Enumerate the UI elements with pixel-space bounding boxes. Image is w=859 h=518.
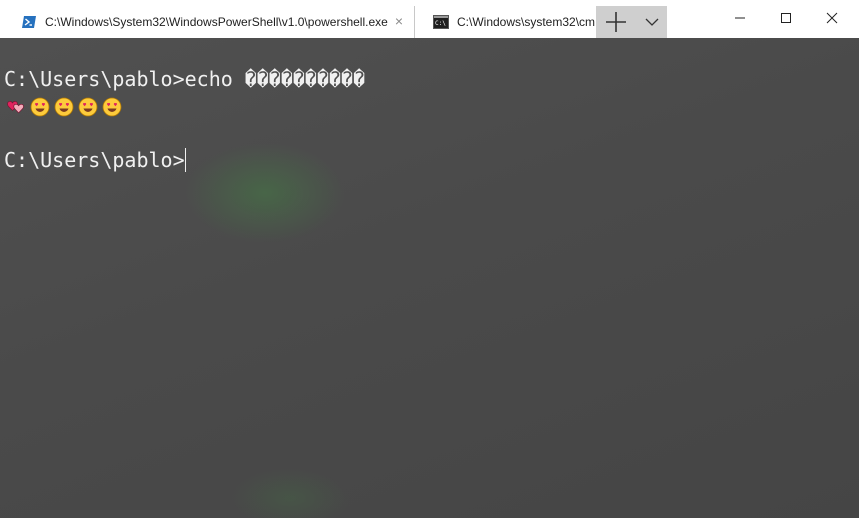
tab-title: C:\Windows\System32\WindowsPowerShell\v1… xyxy=(45,15,388,29)
cmd-icon: C:\ xyxy=(433,15,449,29)
powershell-icon xyxy=(22,16,36,28)
tab-dropdown-button[interactable] xyxy=(636,6,667,38)
text-cursor xyxy=(184,148,186,172)
heart-eyes-emoji xyxy=(76,96,100,118)
tab-strip: C:\Windows\System32\WindowsPowerShell\v1… xyxy=(3,6,595,38)
chevron-down-icon xyxy=(645,18,658,26)
plus-icon xyxy=(606,12,626,32)
tab-close-icon[interactable]: × xyxy=(392,14,406,28)
two-hearts-emoji xyxy=(4,96,28,118)
prompt: C:\Users\pablo> xyxy=(4,67,185,91)
input-line[interactable]: C:\Users\pablo> xyxy=(4,148,186,172)
minimize-icon xyxy=(735,17,745,19)
maximize-button[interactable] xyxy=(763,0,809,36)
tab-powershell[interactable]: C:\Windows\System32\WindowsPowerShell\v1… xyxy=(3,6,415,38)
heart-eyes-emoji xyxy=(52,96,76,118)
minimize-button[interactable] xyxy=(717,0,763,36)
heart-eyes-emoji xyxy=(28,96,52,118)
new-tab-button[interactable] xyxy=(596,6,636,38)
terminal-area[interactable]: C:\Users\pablo>echo ���������� C:\Users\… xyxy=(0,38,859,518)
close-icon xyxy=(826,12,838,24)
command-line: C:\Users\pablo>echo ���������� xyxy=(4,67,365,91)
heart-eyes-emoji xyxy=(100,96,124,118)
tab-title: C:\Windows\system32\cmd.exe xyxy=(457,15,595,29)
close-window-button[interactable] xyxy=(809,0,855,36)
title-bar: C:\Windows\System32\WindowsPowerShell\v1… xyxy=(0,0,859,38)
maximize-icon xyxy=(781,13,791,23)
prompt: C:\Users\pablo> xyxy=(4,148,185,172)
emoji-output xyxy=(4,96,124,118)
tab-cmd[interactable]: C:\ C:\Windows\system32\cmd.exe xyxy=(415,6,595,38)
command-text: echo ���������� xyxy=(184,67,366,91)
svg-text:C:\: C:\ xyxy=(435,20,446,27)
